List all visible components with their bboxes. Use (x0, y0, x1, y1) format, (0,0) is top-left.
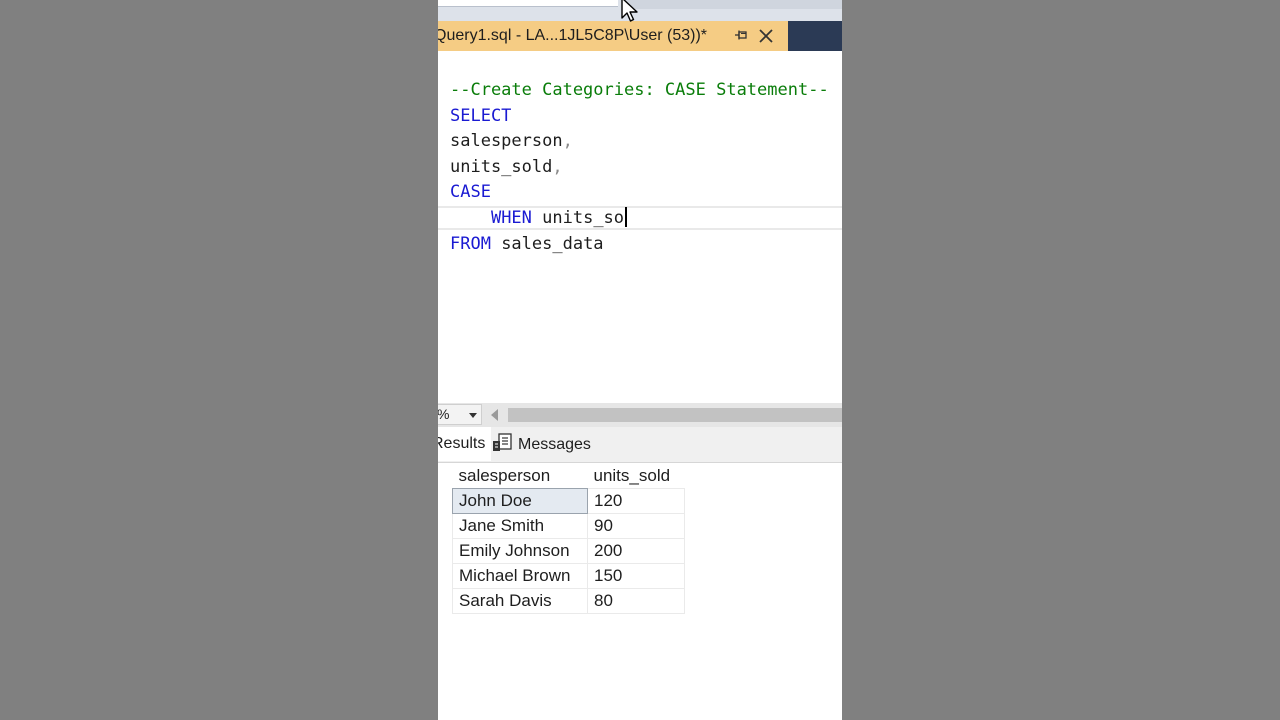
tab-query1[interactable]: Query1.sql - LA...1JL5C8P\User (53))* (438, 21, 788, 51)
sql-keyword: FROM (450, 233, 491, 254)
left-backdrop (0, 0, 438, 720)
column-header-salesperson[interactable]: salesperson (452, 463, 588, 489)
table-cell[interactable]: 200 (587, 538, 685, 564)
table-cell[interactable]: Jane Smith (452, 513, 588, 539)
code-line[interactable]: CASE (450, 180, 491, 204)
table-row: Sarah Davis 80 (452, 588, 685, 614)
table-row: Michael Brown 150 (452, 563, 685, 589)
mouse-pointer-icon (621, 0, 638, 22)
table-cell[interactable]: Sarah Davis (452, 588, 588, 614)
zoom-value: % (438, 406, 450, 422)
results-table: salesperson units_sold John Doe 120 Jane… (452, 463, 685, 614)
table-cell[interactable]: 150 (587, 563, 685, 589)
sql-keyword: CASE (450, 182, 491, 203)
code-token: units_so (531, 208, 625, 228)
table-row: John Doe 120 (452, 488, 685, 514)
title-strip (438, 0, 842, 21)
scroll-left-arrow-icon[interactable] (491, 409, 498, 421)
close-icon[interactable] (756, 26, 776, 46)
code-line[interactable]: SELECT (450, 104, 511, 128)
table-cell[interactable]: Emily Johnson (452, 538, 588, 564)
tab-messages[interactable]: Messages (492, 427, 591, 462)
tab-messages-label: Messages (518, 436, 591, 453)
table-cell[interactable]: John Doe (452, 488, 588, 514)
messages-icon (492, 431, 514, 451)
sql-keyword: SELECT (450, 105, 512, 126)
table-cell[interactable]: Michael Brown (452, 563, 588, 589)
query-editor[interactable]: --Create Categories: CASE Statement-- SEL… (438, 51, 842, 403)
editor-status-bar: % (438, 403, 842, 427)
code-line[interactable]: salesperson, (450, 129, 573, 153)
title-bar-area (623, 0, 842, 9)
code-token: , (552, 156, 563, 177)
table-cell[interactable]: 80 (587, 588, 685, 614)
chevron-down-icon (469, 413, 477, 418)
horizontal-scrollbar-thumb[interactable] (508, 408, 842, 422)
code-line[interactable]: WHEN units_so (450, 206, 628, 230)
code-token: salesperson (450, 131, 563, 152)
sql-keyword: WHEN (490, 208, 532, 228)
ssms-window: Query1.sql - LA...1JL5C8P\User (53))* --… (438, 0, 842, 720)
sql-comment: --Create Categories: CASE Statement-- (450, 80, 829, 100)
table-row: Emily Johnson 200 (452, 538, 685, 564)
code-token: , (562, 131, 573, 152)
row-selector-gutter[interactable] (438, 488, 452, 616)
code-token: units_sold (450, 156, 553, 177)
tab-results[interactable]: Results (438, 427, 492, 461)
code-line[interactable]: units_sold, (450, 155, 563, 179)
table-cell[interactable]: 120 (587, 488, 685, 514)
code-token: sales_data (490, 233, 604, 254)
quick-launch-input[interactable] (438, 0, 618, 7)
table-row: Jane Smith 90 (452, 513, 685, 539)
document-tab-strip: Query1.sql - LA...1JL5C8P\User (53))* (438, 21, 842, 51)
pin-icon[interactable] (732, 27, 750, 45)
table-header-row: salesperson units_sold (452, 463, 685, 489)
tab-results-label: Results (438, 435, 486, 452)
results-grid: salesperson units_sold John Doe 120 Jane… (438, 463, 842, 720)
column-header-units-sold[interactable]: units_sold (587, 463, 685, 489)
code-line[interactable]: --Create Categories: CASE Statement-- (450, 78, 829, 102)
code-line[interactable]: FROM sales_data (450, 232, 604, 256)
tab-title: Query1.sql - LA...1JL5C8P\User (53))* (438, 27, 707, 44)
results-tab-strip: Results Messages (438, 427, 842, 463)
text-caret (625, 207, 628, 227)
table-cell[interactable]: 90 (587, 513, 685, 539)
right-backdrop (842, 0, 1280, 720)
zoom-select[interactable]: % (438, 404, 482, 425)
